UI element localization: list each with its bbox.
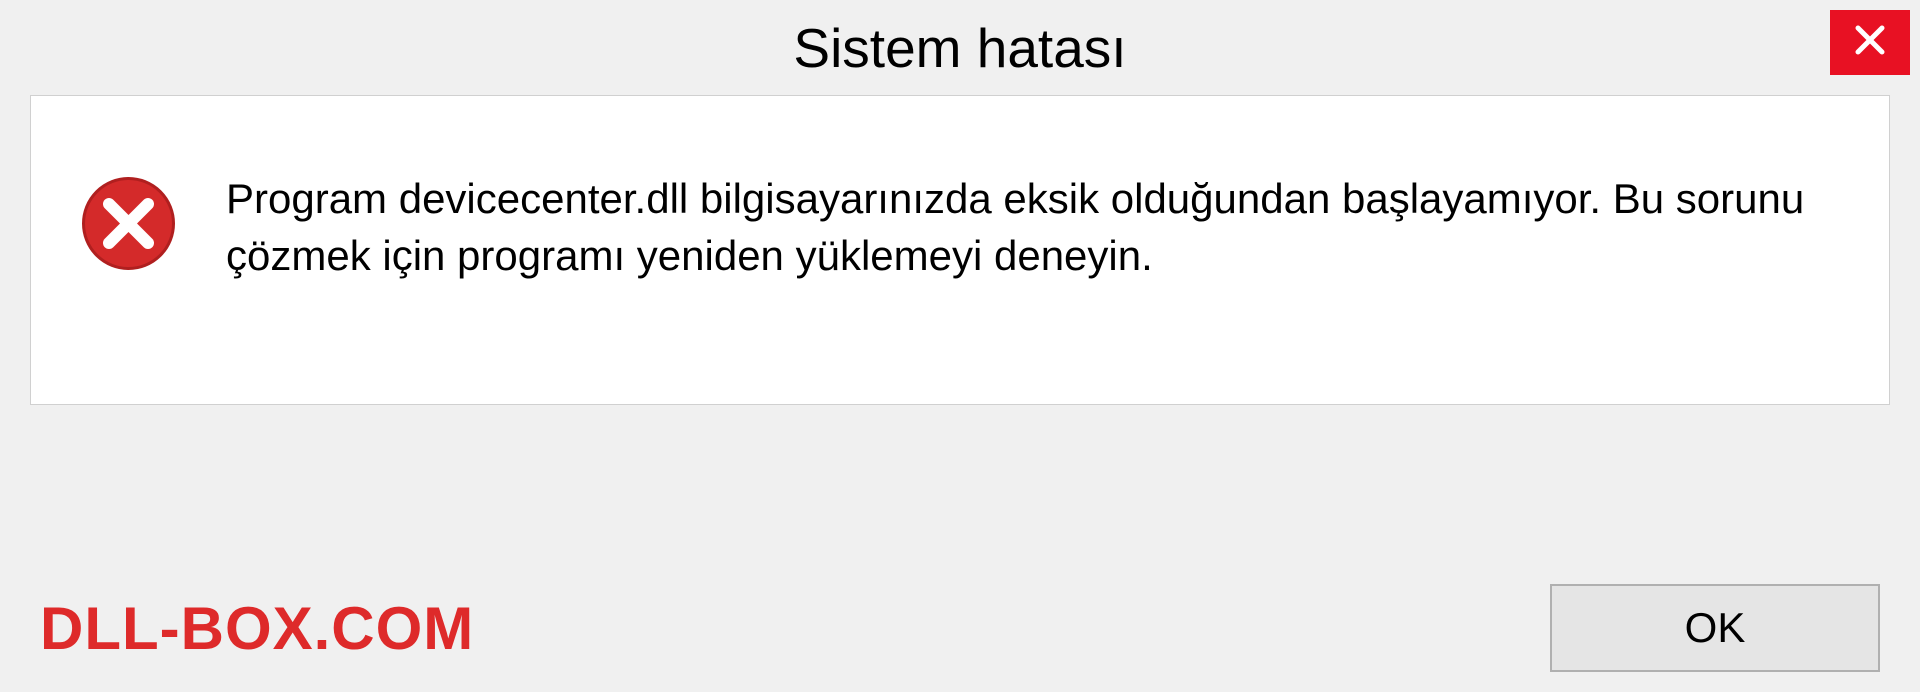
content-panel: Program devicecenter.dll bilgisayarınızd… — [30, 95, 1890, 405]
ok-button[interactable]: OK — [1550, 584, 1880, 672]
close-button[interactable] — [1830, 10, 1910, 75]
close-icon — [1852, 22, 1888, 63]
dialog-title: Sistem hatası — [793, 16, 1126, 80]
footer-bar: DLL-BOX.COM OK — [0, 584, 1920, 672]
title-bar: Sistem hatası — [0, 0, 1920, 95]
error-message: Program devicecenter.dll bilgisayarınızd… — [226, 171, 1839, 284]
error-dialog: Sistem hatası Program devicecenter.dll b… — [0, 0, 1920, 692]
watermark-text: DLL-BOX.COM — [40, 594, 474, 663]
error-icon — [81, 176, 176, 276]
